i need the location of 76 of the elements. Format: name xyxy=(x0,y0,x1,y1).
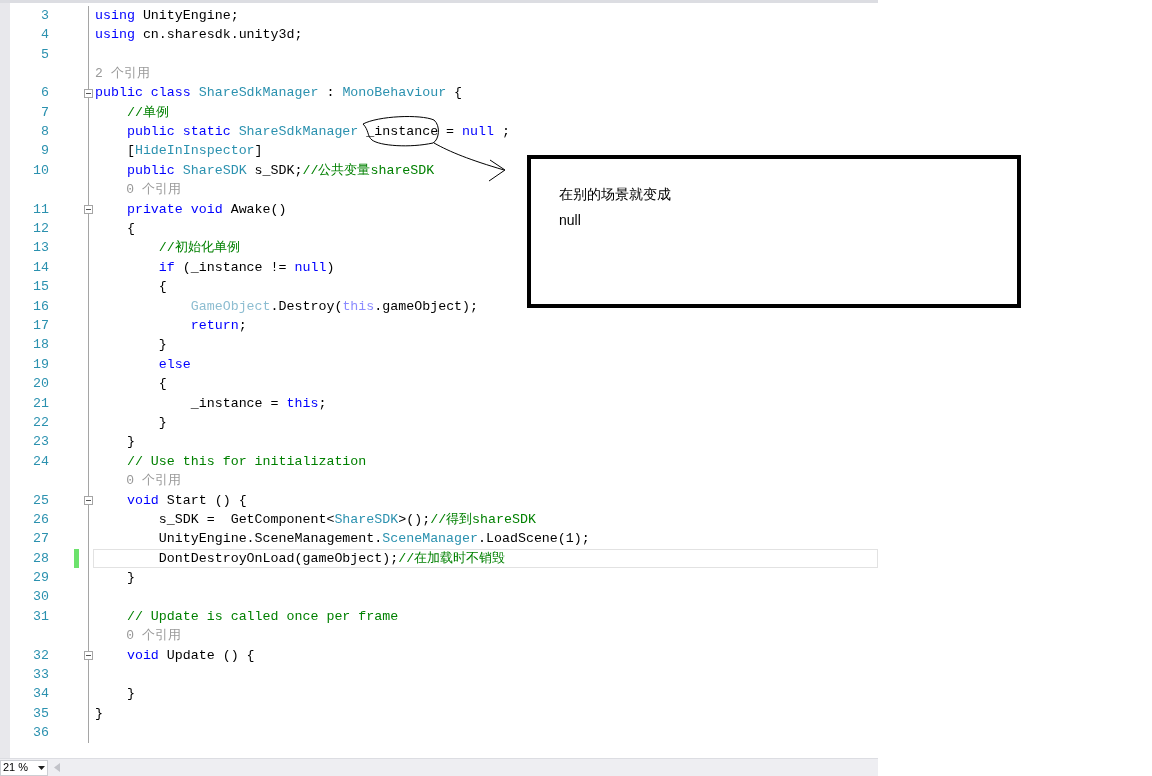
collapse-icon[interactable] xyxy=(84,495,93,505)
line-number: 16 xyxy=(32,297,49,316)
line-number: 18 xyxy=(32,336,49,355)
collapse-icon[interactable] xyxy=(84,651,93,661)
code-line: using UnityEngine; xyxy=(95,6,239,25)
line-number: 22 xyxy=(32,413,49,432)
line-number: 19 xyxy=(32,355,49,374)
code-line: } xyxy=(125,433,135,452)
line-number: 5 xyxy=(40,45,49,64)
collapse-icon[interactable] xyxy=(84,205,93,215)
code-line: { xyxy=(157,278,167,297)
line-number: 30 xyxy=(32,588,49,607)
line-number: 33 xyxy=(32,666,49,684)
line-number: 24 xyxy=(32,452,49,471)
callout-text: 在别的场景就变成 xyxy=(559,185,671,204)
line-number: 3 xyxy=(40,6,49,25)
line-number: 35 xyxy=(32,704,49,723)
reference-count[interactable]: 2 个引用 xyxy=(95,64,150,84)
code-line: using cn.sharesdk.unity3d; xyxy=(95,26,303,45)
code-line: return; xyxy=(189,317,247,335)
code-line: //初始化单例 xyxy=(157,239,240,258)
code-line: void Start () { xyxy=(125,491,247,510)
zoom-dropdown[interactable]: 21 % xyxy=(0,759,48,776)
line-number: 7 xyxy=(40,103,49,122)
line-number: 15 xyxy=(32,278,49,297)
code-line: [HideInInspector] xyxy=(125,142,263,161)
code-line: { xyxy=(157,375,167,394)
code-line: else xyxy=(157,355,191,374)
reference-count[interactable]: 0 个引用 xyxy=(95,626,181,646)
line-number: 11 xyxy=(32,200,49,219)
code-line: { xyxy=(125,220,135,239)
code-line: } xyxy=(125,569,135,588)
line-number: 20 xyxy=(32,375,49,394)
line-number: 26 xyxy=(32,510,49,529)
caret-icon xyxy=(38,765,45,770)
code-line: // Use this for initialization xyxy=(125,452,367,471)
line-number: 32 xyxy=(32,646,49,665)
code-line: //单例 xyxy=(125,103,169,122)
line-number: 17 xyxy=(32,317,49,335)
code-line: void Update () { xyxy=(125,646,255,665)
line-number: 12 xyxy=(32,220,49,239)
code-line: } xyxy=(125,685,135,704)
code-line: UnityEngine.SceneManagement.SceneManager.LoadScene(1); xyxy=(157,530,590,549)
code-line: } xyxy=(95,704,103,723)
line-number: 14 xyxy=(32,258,49,277)
code-line: } xyxy=(157,413,167,432)
code-line: GameObject.Destroy(this.gameObject); xyxy=(189,297,479,316)
line-number: 8 xyxy=(40,123,49,142)
code-line: if (_instance != null) xyxy=(157,258,335,277)
line-number: 36 xyxy=(32,724,49,743)
code-line: public class ShareSdkManager : MonoBehaviour { xyxy=(95,84,463,103)
code-line: public static ShareSdkManager _instance = null ; xyxy=(125,123,510,142)
code-line: } xyxy=(157,336,167,355)
line-number: 28 xyxy=(32,549,49,568)
code-line: public ShareSDK s_SDK;//公共变量shareSDK xyxy=(125,161,435,180)
code-line: // Update is called once per frame xyxy=(125,607,399,626)
code-line: DontDestroyOnLoad(gameObject);//在加载时不销毁 xyxy=(157,549,506,568)
line-number: 23 xyxy=(32,433,49,452)
line-number: 21 xyxy=(32,394,49,413)
code-line: _instance = this; xyxy=(189,394,327,413)
line-number: 29 xyxy=(32,569,49,588)
code-line: private void Awake() xyxy=(125,200,287,219)
line-number: 27 xyxy=(32,530,49,549)
reference-count[interactable]: 0 个引用 xyxy=(95,471,181,491)
line-number: 10 xyxy=(32,161,49,180)
line-number: 9 xyxy=(40,142,49,161)
callout-text: null xyxy=(559,211,581,230)
reference-count[interactable]: 0 个引用 xyxy=(95,180,181,200)
line-number: 31 xyxy=(32,607,49,626)
collapse-icon[interactable] xyxy=(84,88,93,98)
line-number: 34 xyxy=(32,685,49,704)
line-number: 25 xyxy=(32,491,49,510)
line-number: 13 xyxy=(32,239,49,258)
line-number: 6 xyxy=(40,84,49,103)
code-line: s_SDK = GetComponent<ShareSDK>();//得到shareSDK xyxy=(157,510,536,529)
line-number: 4 xyxy=(40,26,49,45)
